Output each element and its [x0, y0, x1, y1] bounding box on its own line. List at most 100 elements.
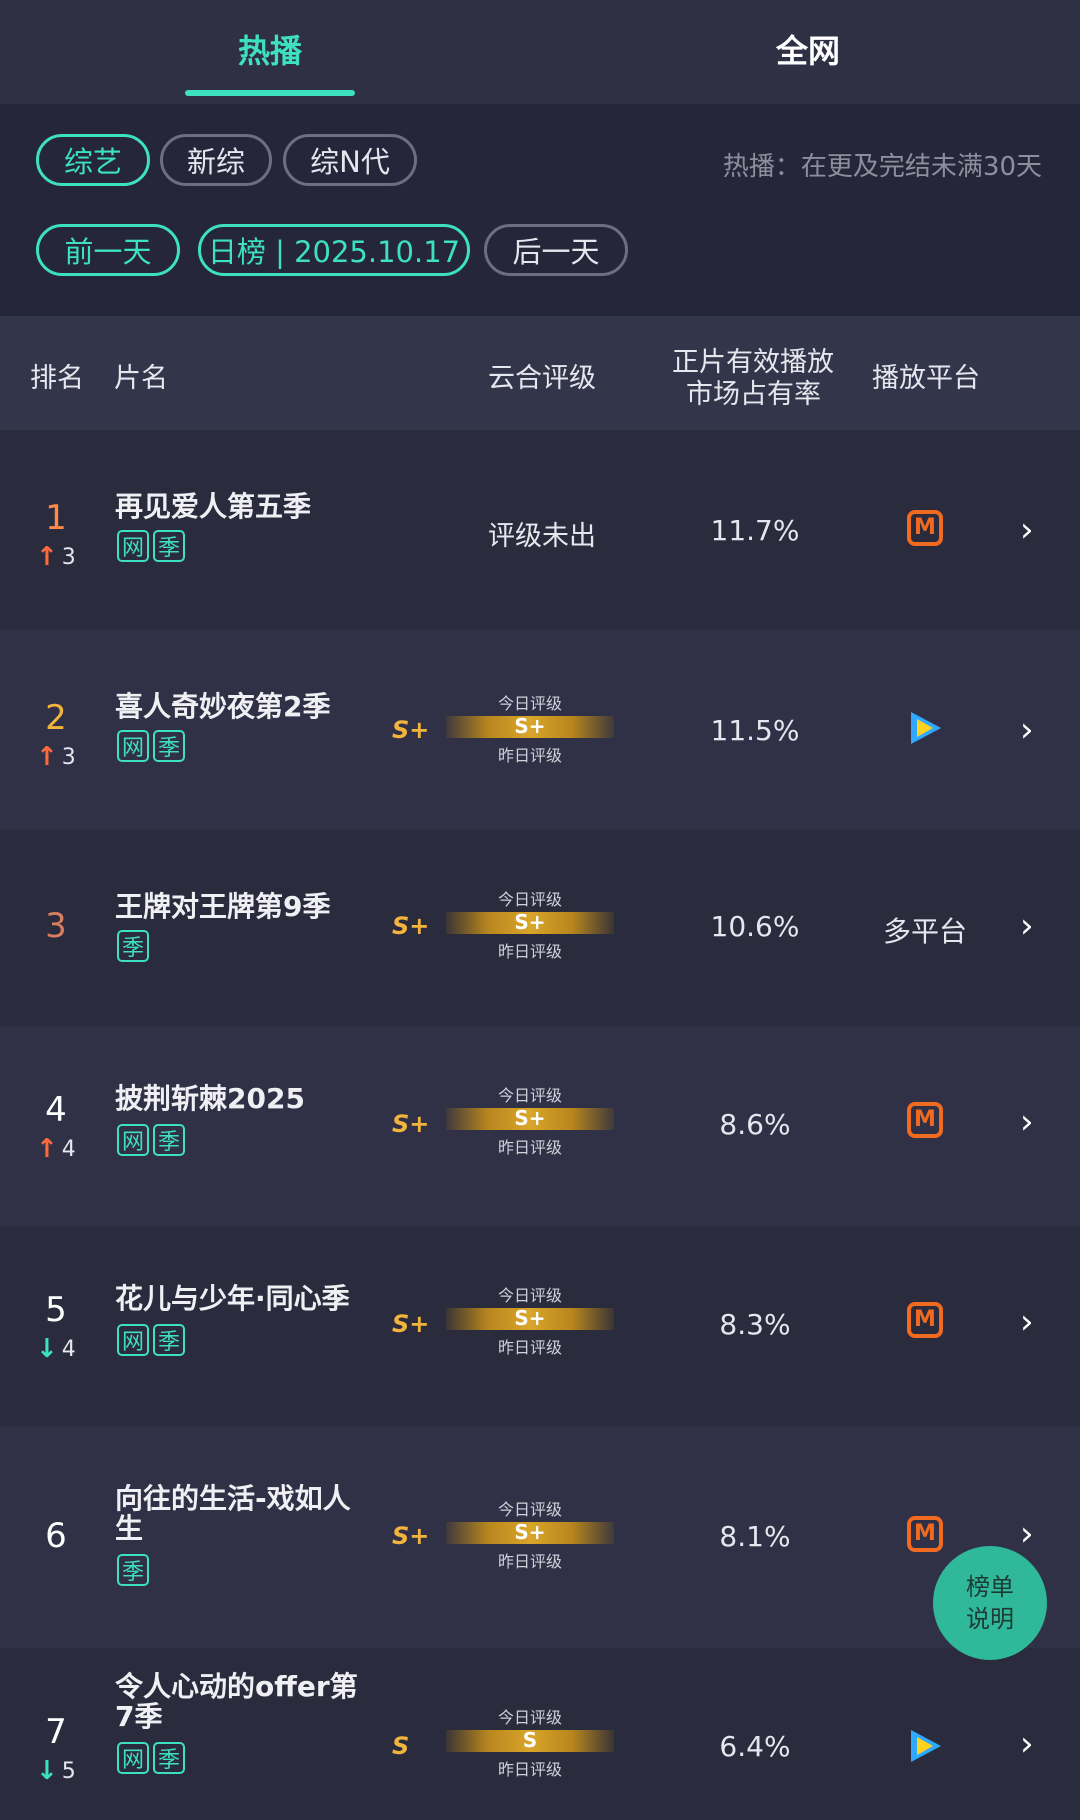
chevron-right-icon[interactable]: ›: [1020, 510, 1034, 550]
trend-value: 5: [61, 1758, 76, 1784]
today-rating-label: 今日评级: [497, 1086, 562, 1105]
tab-all-network[interactable]: 全网: [776, 26, 840, 72]
today-rating-value: S+: [514, 714, 546, 738]
tag-season: 季: [153, 1324, 185, 1356]
arrow-down-icon: ↓: [36, 1334, 58, 1364]
rating-grade: S+: [392, 1310, 430, 1338]
active-tab-indicator: [185, 90, 355, 96]
arrow-down-icon: ↓: [36, 1756, 58, 1786]
rank-number: 7: [45, 1712, 67, 1752]
rating-compare: 今日评级 S+ 昨日评级: [446, 1082, 614, 1157]
tab-hot[interactable]: 热播: [238, 26, 302, 72]
mgtv-icon: M: [907, 1302, 943, 1338]
filter-area: 综艺 新综 综N代 热播：在更及完结未满30天 前一天 日榜 | 2025.10…: [0, 104, 1080, 316]
table-row[interactable]: 2 ↑ 3 喜人奇妙夜第2季 网 季 S+ 今日评级 S+ 昨日评级 11.5% …: [0, 630, 1080, 830]
arrow-up-icon: ↑: [36, 542, 58, 572]
rating-grade: S: [392, 1732, 410, 1760]
show-title: 披荆斩棘2025: [115, 1082, 305, 1115]
today-rating-label: 今日评级: [497, 1286, 562, 1305]
table-row[interactable]: 7 ↓ 5 令人心动的offer第7季 网 季 S 今日评级 S 昨日评级 6.4…: [0, 1648, 1080, 1820]
chevron-right-icon[interactable]: ›: [1020, 710, 1034, 750]
table-header: 排名 片名 云合评级 正片有效播放 市场占有率 播放平台: [0, 316, 1080, 430]
arrow-up-icon: ↑: [36, 742, 58, 772]
platform: M: [880, 1102, 970, 1138]
tag-season: 季: [153, 530, 185, 562]
date-selector[interactable]: 日榜 | 2025.10.17: [198, 224, 470, 276]
rank-number: 5: [45, 1290, 67, 1330]
rating-compare: 今日评级 S+ 昨日评级: [446, 1496, 614, 1571]
top-tab-bar: 热播 全网: [0, 0, 1080, 104]
rating-compare: 今日评级 S 昨日评级: [446, 1704, 614, 1779]
market-share: 11.7%: [710, 514, 800, 547]
tag-season: 季: [153, 1742, 185, 1774]
rating-grade: S+: [392, 1522, 430, 1550]
table-row[interactable]: 6 向往的生活-戏如人生 季 S+ 今日评级 S+ 昨日评级 8.1% M ›: [0, 1426, 1080, 1648]
filter-new-variety[interactable]: 新综: [160, 134, 272, 186]
show-title: 向往的生活-戏如人生: [115, 1482, 351, 1545]
mgtv-icon: M: [907, 1102, 943, 1138]
rating-compare: 今日评级 S+ 昨日评级: [446, 1282, 614, 1357]
show-tags: 季: [117, 930, 149, 962]
yesterday-rating-label: 昨日评级: [497, 1338, 562, 1357]
yesterday-rating-label: 昨日评级: [497, 942, 562, 961]
market-share: 11.5%: [710, 714, 800, 747]
header-share-line2: 市场占有率: [686, 379, 821, 410]
today-rating-label: 今日评级: [497, 694, 562, 713]
show-tags: 网 季: [117, 1742, 185, 1774]
next-day-button[interactable]: 后一天: [484, 224, 628, 276]
today-rating-value: S+: [514, 910, 546, 934]
chevron-right-icon[interactable]: ›: [1020, 1302, 1034, 1342]
header-name: 片名: [114, 363, 168, 394]
chevron-right-icon[interactable]: ›: [1020, 1102, 1034, 1142]
rank-trend: ↑ 3: [36, 742, 76, 772]
tag-season: 季: [117, 930, 149, 962]
show-tags: 季: [117, 1554, 149, 1586]
prev-day-button[interactable]: 前一天: [36, 224, 180, 276]
tag-season: 季: [153, 730, 185, 762]
yesterday-rating-label: 昨日评级: [497, 746, 562, 765]
trend-value: 4: [61, 1336, 76, 1362]
tag-web: 网: [117, 1124, 149, 1156]
today-rating-label: 今日评级: [497, 1500, 562, 1519]
show-title: 喜人奇妙夜第2季: [115, 690, 331, 723]
rank-number: 1: [45, 498, 67, 538]
chevron-right-icon[interactable]: ›: [1020, 906, 1034, 946]
trend-value: 3: [61, 744, 76, 770]
rank-trend: ↑ 4: [36, 1134, 76, 1164]
yesterday-rating-label: 昨日评级: [497, 1138, 562, 1157]
header-rating: 云合评级: [488, 363, 596, 394]
tag-season: 季: [153, 1124, 185, 1156]
fab-label-line2: 说明: [966, 1605, 1014, 1633]
ranking-explanation-button[interactable]: 榜单 说明: [933, 1546, 1047, 1660]
chevron-right-icon[interactable]: ›: [1020, 1514, 1034, 1554]
filter-variety[interactable]: 综艺: [36, 134, 150, 186]
show-title: 花儿与少年·同心季: [115, 1282, 350, 1315]
market-share: 6.4%: [719, 1730, 791, 1763]
fab-label-line1: 榜单: [966, 1573, 1014, 1601]
platform-multi: 多平台: [882, 915, 967, 948]
show-tags: 网 季: [117, 1324, 185, 1356]
today-rating-value: S+: [514, 1306, 546, 1330]
tag-web: 网: [117, 1742, 149, 1774]
yesterday-rating-label: 昨日评级: [497, 1552, 562, 1571]
platform: M: [880, 1302, 970, 1338]
filter-sequel-variety[interactable]: 综N代: [283, 134, 417, 186]
rank-number: 6: [45, 1516, 67, 1556]
yesterday-rating-label: 昨日评级: [497, 1760, 562, 1779]
table-row[interactable]: 4 ↑ 4 披荆斩棘2025 网 季 S+ 今日评级 S+ 昨日评级 8.6% M…: [0, 1026, 1080, 1226]
rank-number: 3: [45, 906, 67, 946]
table-row[interactable]: 1 ↑ 3 再见爱人第五季 网 季 评级未出 11.7% M ›: [0, 430, 1080, 630]
platform: [880, 708, 970, 752]
today-rating-value: S+: [514, 1520, 546, 1544]
table-row[interactable]: 3 王牌对王牌第9季 季 S+ 今日评级 S+ 昨日评级 10.6% 多平台 ›: [0, 830, 1080, 1026]
table-row[interactable]: 5 ↓ 4 花儿与少年·同心季 网 季 S+ 今日评级 S+ 昨日评级 8.3% …: [0, 1226, 1080, 1426]
rank-trend: ↓ 4: [36, 1334, 76, 1364]
tencent-video-icon: [911, 712, 941, 744]
chevron-right-icon[interactable]: ›: [1020, 1724, 1034, 1764]
today-rating-value: S+: [514, 1106, 546, 1130]
show-tags: 网 季: [117, 530, 185, 562]
arrow-up-icon: ↑: [36, 1134, 58, 1164]
tencent-video-icon: [911, 1730, 941, 1762]
show-tags: 网 季: [117, 730, 185, 762]
rank-number: 2: [45, 698, 67, 738]
